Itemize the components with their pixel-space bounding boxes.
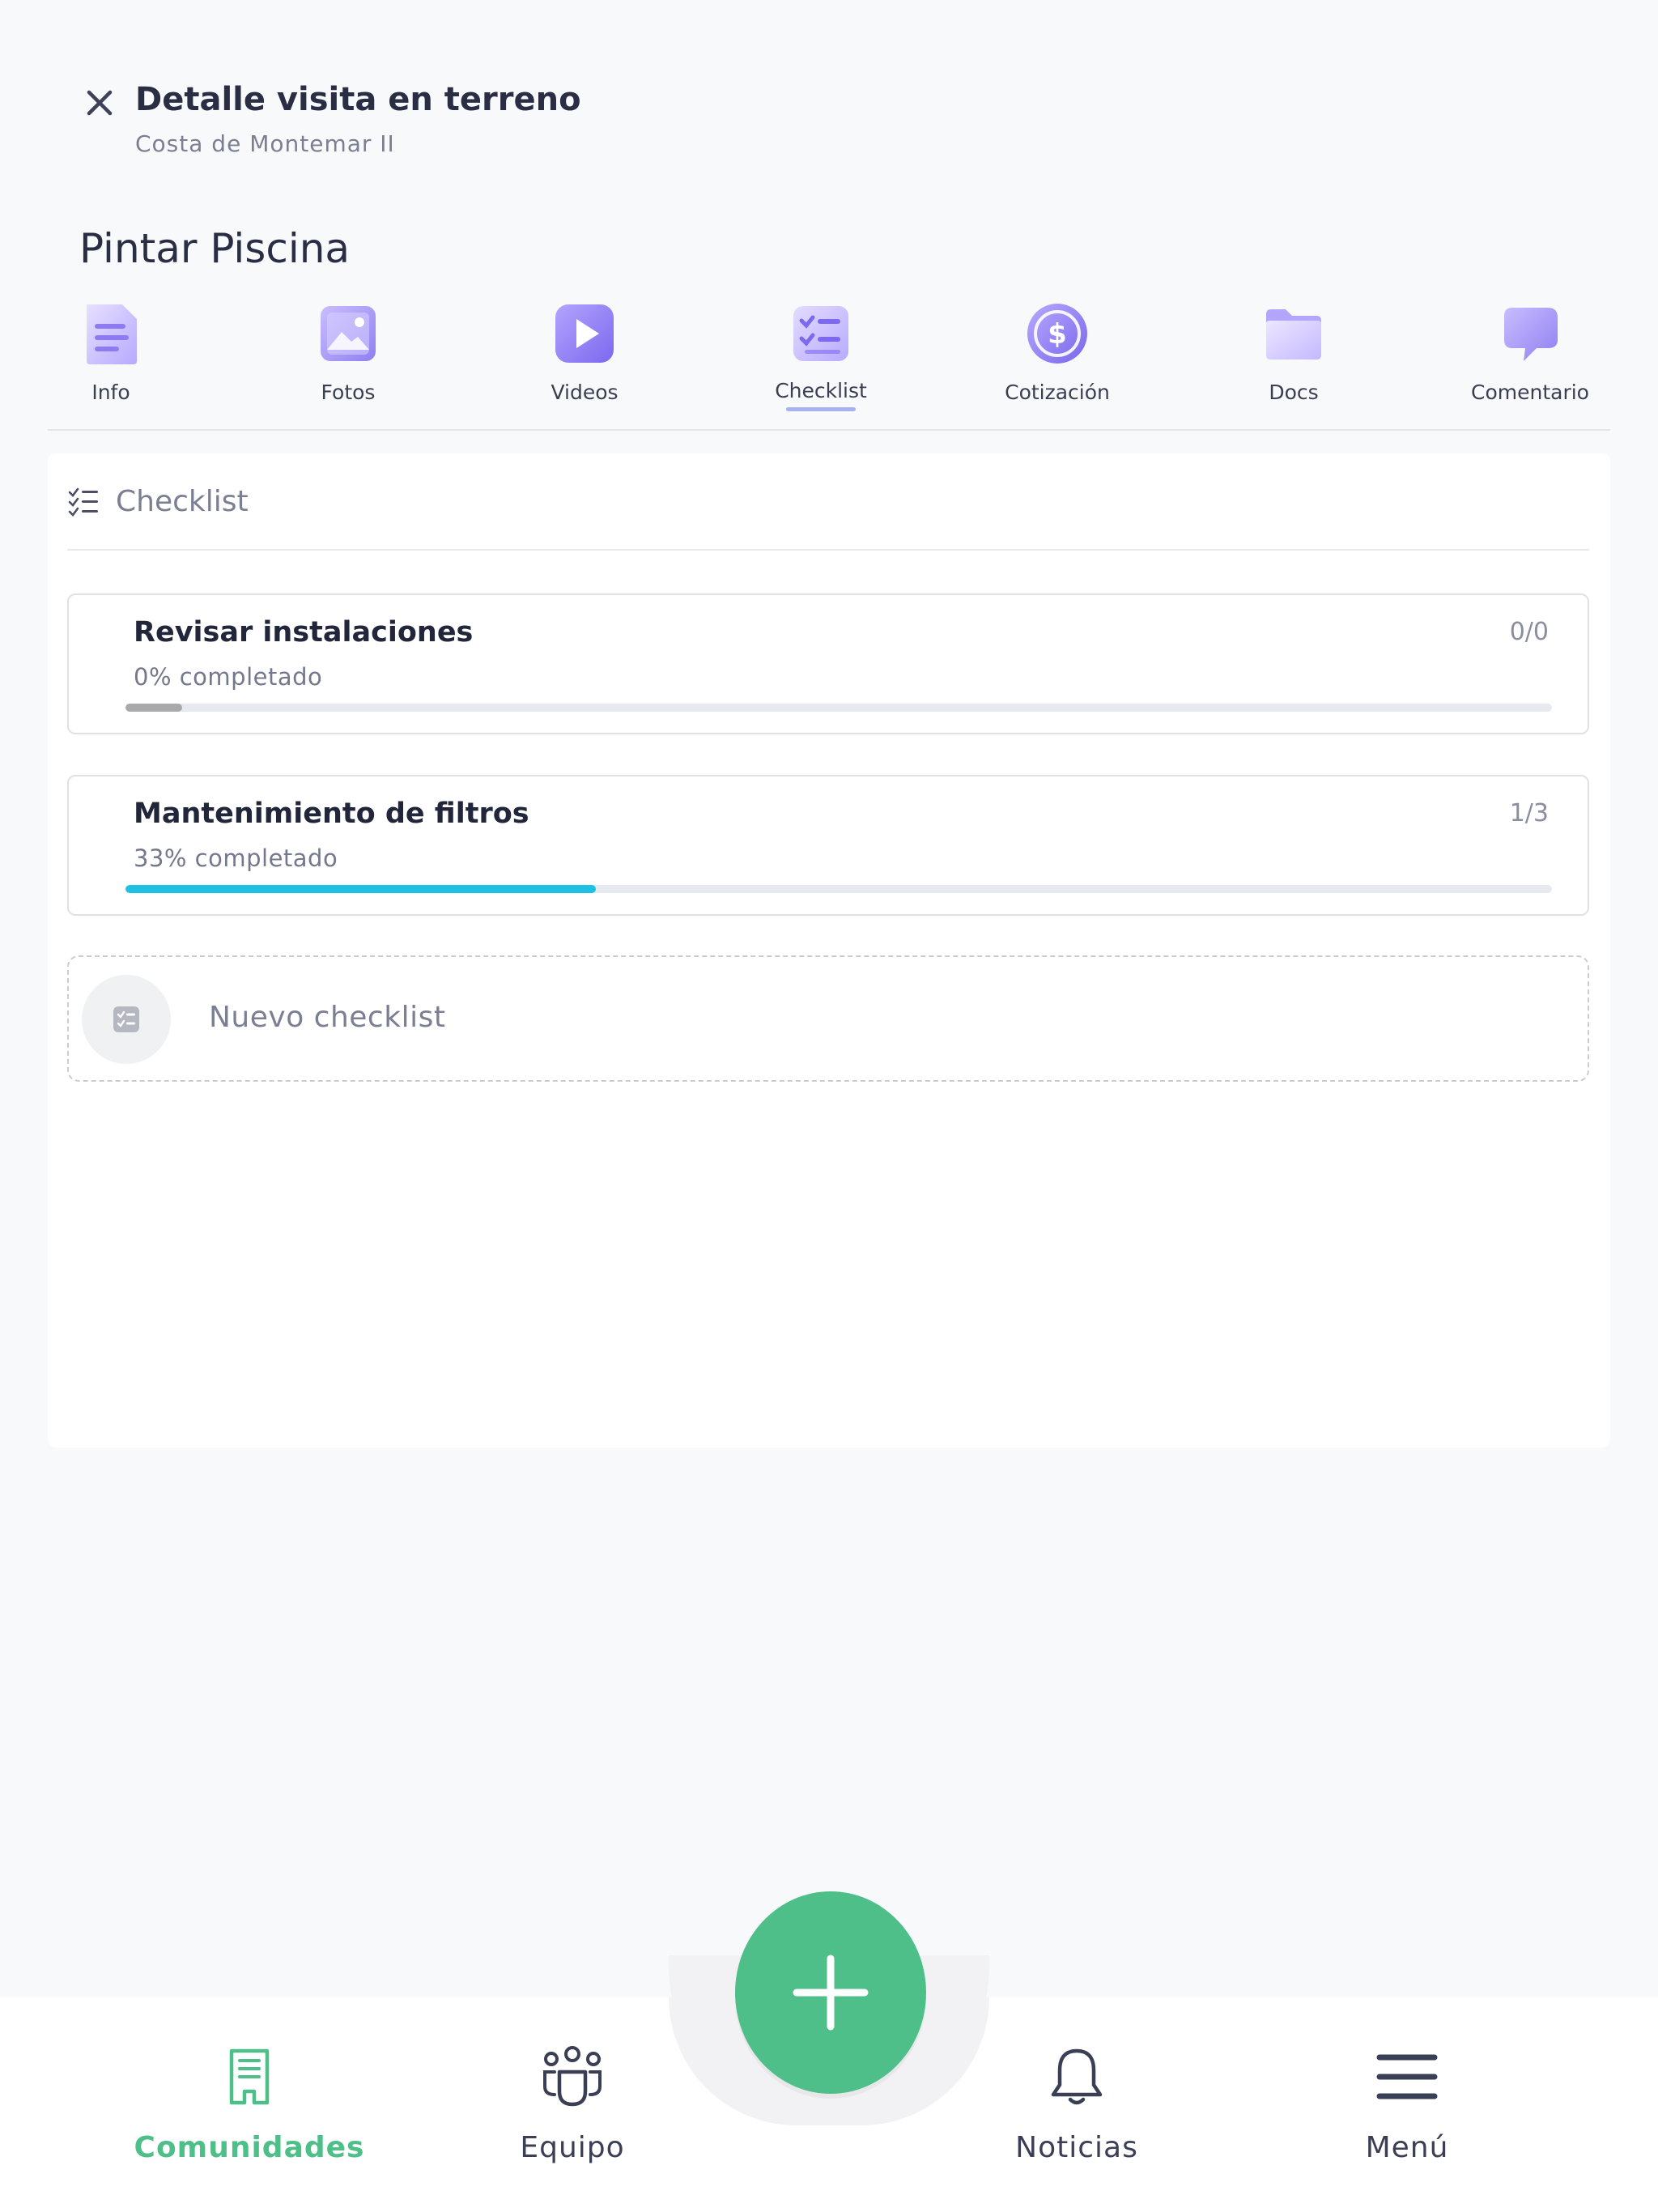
tab-label: Checklist bbox=[775, 379, 867, 402]
checklist-item-percent: 33% completado bbox=[134, 844, 338, 872]
nav-label: Comunidades bbox=[134, 2131, 365, 2164]
building-icon bbox=[227, 2040, 272, 2113]
tab-label: Fotos bbox=[321, 381, 376, 404]
play-icon bbox=[544, 293, 625, 374]
detail-tabs: Info Fotos Videos Checklist $ Cotización… bbox=[48, 293, 1610, 431]
document-icon bbox=[70, 293, 151, 374]
tab-label: Docs bbox=[1269, 381, 1319, 404]
nav-comunidades[interactable]: Comunidades bbox=[120, 2040, 379, 2186]
progress-bar bbox=[125, 885, 1552, 893]
progress-bar-fill bbox=[125, 704, 183, 712]
section-title: Checklist bbox=[116, 485, 249, 518]
new-checklist-button[interactable]: Nuevo checklist bbox=[67, 955, 1589, 1082]
new-checklist-icon-circle bbox=[82, 975, 171, 1064]
tab-comentario[interactable]: Comentario bbox=[1449, 293, 1611, 415]
new-checklist-label: Nuevo checklist bbox=[209, 1001, 446, 1034]
checklist-item-count: 0/0 bbox=[1509, 618, 1549, 646]
tab-docs[interactable]: Docs bbox=[1213, 293, 1375, 415]
dollar-coin-icon: $ bbox=[1017, 293, 1098, 374]
task-title: Pintar Piscina bbox=[79, 225, 351, 272]
tab-label: Info bbox=[91, 381, 130, 404]
tab-checklist[interactable]: Checklist bbox=[740, 293, 902, 415]
tab-cotizacion[interactable]: $ Cotización bbox=[976, 293, 1138, 415]
checklist-item[interactable]: Mantenimiento de filtros 1/3 33% complet… bbox=[67, 775, 1589, 916]
active-tab-indicator bbox=[786, 407, 856, 411]
close-icon bbox=[87, 90, 113, 116]
team-icon bbox=[540, 2040, 605, 2113]
plus-icon bbox=[793, 1955, 869, 2031]
checklist-item-name: Revisar instalaciones bbox=[134, 616, 474, 649]
checklist-item-count: 1/3 bbox=[1509, 799, 1549, 827]
checklist-icon bbox=[68, 487, 98, 517]
svg-text:$: $ bbox=[1048, 318, 1067, 351]
bell-icon bbox=[1048, 2040, 1105, 2113]
tab-videos[interactable]: Videos bbox=[504, 293, 665, 415]
folder-icon bbox=[1253, 293, 1334, 374]
page: Detalle visita en terreno Costa de Monte… bbox=[0, 0, 1658, 2212]
nav-label: Equipo bbox=[520, 2131, 625, 2164]
tab-fotos[interactable]: Fotos bbox=[267, 293, 429, 415]
tab-label: Cotización bbox=[1005, 381, 1110, 404]
checklist-item[interactable]: Revisar instalaciones 0/0 0% completado bbox=[67, 593, 1589, 734]
checklist-item-percent: 0% completado bbox=[134, 663, 323, 691]
close-button[interactable] bbox=[79, 83, 120, 123]
checklist-card: Checklist Revisar instalaciones 0/0 0% c… bbox=[48, 453, 1610, 1448]
progress-bar-fill bbox=[125, 885, 597, 893]
hamburger-menu-icon bbox=[1376, 2040, 1438, 2113]
page-title: Detalle visita en terreno bbox=[135, 81, 581, 118]
checklist-item-name: Mantenimiento de filtros bbox=[134, 798, 529, 830]
nav-label: Noticias bbox=[1015, 2131, 1138, 2164]
page-subtitle: Costa de Montemar II bbox=[135, 130, 395, 157]
chat-bubble-icon bbox=[1490, 293, 1571, 374]
checklist-icon bbox=[780, 293, 861, 374]
nav-noticias[interactable]: Noticias bbox=[947, 2040, 1206, 2186]
checklist-section-header: Checklist bbox=[67, 483, 1589, 551]
tab-label: Videos bbox=[551, 381, 619, 404]
nav-label: Menú bbox=[1365, 2131, 1449, 2164]
nav-menu[interactable]: Menú bbox=[1278, 2040, 1537, 2186]
tab-info[interactable]: Info bbox=[30, 293, 192, 415]
image-icon bbox=[308, 293, 389, 374]
checklist-icon bbox=[113, 1006, 139, 1032]
add-button[interactable] bbox=[735, 1891, 926, 2094]
nav-equipo[interactable]: Equipo bbox=[443, 2040, 702, 2186]
tab-label: Comentario bbox=[1471, 381, 1589, 404]
progress-bar bbox=[125, 704, 1552, 712]
